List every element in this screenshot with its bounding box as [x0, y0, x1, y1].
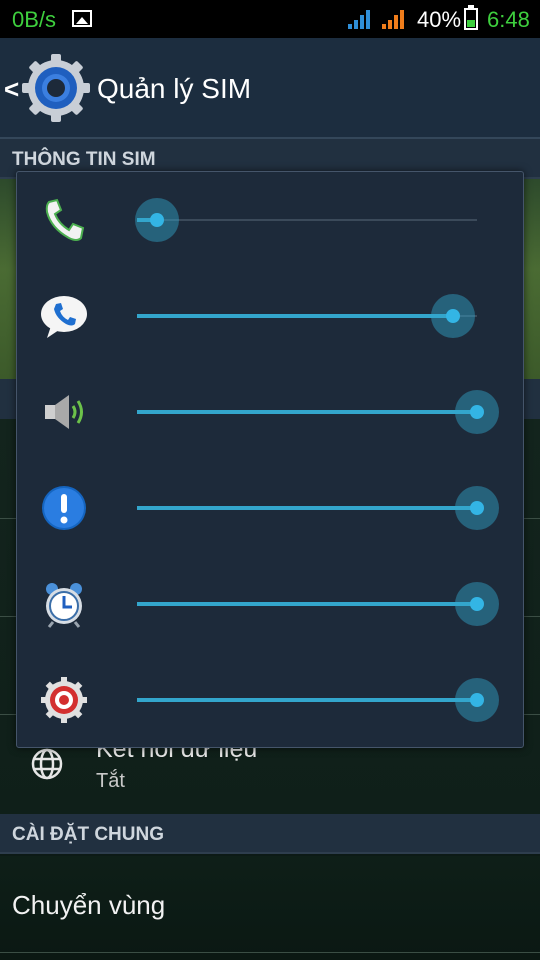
alarm-volume-thumb[interactable]: [455, 582, 499, 626]
call-volume-thumb[interactable]: [135, 198, 179, 242]
gallery-icon: [72, 10, 92, 27]
action-bar: < Quản lý SIM: [0, 38, 540, 139]
volume-row-ringtone: [17, 268, 525, 364]
call-volume-slider[interactable]: [135, 198, 477, 242]
phone-call-icon: [45, 198, 85, 241]
phone-bubble-icon: [41, 296, 87, 338]
roaming-label[interactable]: Chuyển vùng: [12, 890, 165, 921]
signal-sim1-icon: [348, 9, 372, 29]
alarm-clock-icon: [46, 583, 82, 628]
system-volume-slider[interactable]: [137, 678, 499, 722]
status-bar: 0B/s 40% 6:48: [0, 0, 540, 38]
volume-row-call: [17, 172, 525, 268]
ringtone-volume-fill: [137, 314, 453, 318]
alarm-volume-slider[interactable]: [137, 582, 499, 626]
alert-icon: [42, 486, 86, 530]
volume-row-notification: [17, 460, 525, 556]
data-connection-status: Tắt: [96, 770, 125, 792]
media-volume-slider[interactable]: [137, 390, 499, 434]
row-divider: [0, 952, 540, 953]
signal-sim2-icon: [382, 9, 406, 29]
page-title: Quản lý SIM: [97, 73, 252, 104]
notification-volume-fill: [137, 506, 477, 510]
status-clock: 6:48: [487, 7, 530, 32]
media-volume-thumb[interactable]: [455, 390, 499, 434]
alarm-volume-fill: [137, 602, 477, 606]
ringtone-volume-slider[interactable]: [137, 294, 477, 338]
notification-volume-slider[interactable]: [137, 486, 499, 530]
system-volume-thumb[interactable]: [455, 678, 499, 722]
volume-row-media: [17, 364, 525, 460]
network-speed: 0B/s: [12, 7, 57, 32]
globe-icon: [31, 748, 63, 780]
system-volume-fill: [137, 698, 477, 702]
volume-row-alarm: [17, 556, 525, 652]
system-gear-icon: [41, 677, 87, 723]
notification-volume-thumb[interactable]: [455, 486, 499, 530]
speaker-icon: [45, 395, 83, 429]
battery-icon: [464, 5, 478, 30]
battery-percent: 40%: [417, 7, 462, 32]
section-header-general: CÀI ĐẶT CHUNG: [0, 814, 540, 854]
volume-dialog: [16, 171, 524, 748]
ringtone-volume-thumb[interactable]: [431, 294, 475, 338]
volume-row-system: [17, 652, 525, 748]
back-icon[interactable]: <: [4, 74, 19, 105]
media-volume-fill: [137, 410, 477, 414]
settings-logo-icon[interactable]: [20, 52, 92, 124]
